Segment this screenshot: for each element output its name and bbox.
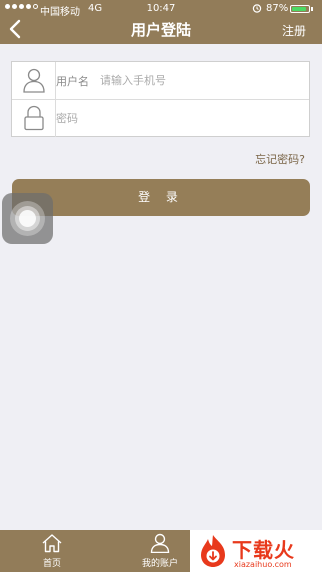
assistive-ring-inner bbox=[19, 210, 36, 227]
navigation-bar: 中国移动 4G 10:47 87% 用户登陆 注册 bbox=[0, 0, 322, 44]
watermark-url: xiazaihuo.com bbox=[234, 560, 292, 569]
username-label: 用户名 bbox=[56, 75, 89, 88]
watermark-text: 下载火 bbox=[232, 538, 295, 562]
phone-input[interactable] bbox=[100, 68, 296, 92]
register-button[interactable]: 注册 bbox=[282, 22, 306, 39]
forgot-password-link[interactable]: 忘记密码? bbox=[255, 151, 305, 167]
tab-home-label: 首页 bbox=[42, 559, 61, 569]
tab-my-account[interactable]: 我的账户 bbox=[120, 530, 200, 572]
person-icon bbox=[150, 533, 170, 553]
user-icon bbox=[23, 68, 45, 93]
battery-icon bbox=[290, 5, 310, 13]
password-field bbox=[12, 99, 309, 137]
lock-icon bbox=[24, 105, 44, 131]
login-button[interactable]: 登 录 bbox=[12, 179, 310, 216]
tab-home[interactable]: 首页 bbox=[12, 530, 92, 572]
username-field: 用户名 bbox=[12, 62, 309, 99]
status-bar: 中国移动 4G 10:47 87% bbox=[0, 0, 322, 18]
watermark: 下载火 xiazaihuo.com bbox=[190, 530, 322, 572]
alarm-icon bbox=[252, 3, 262, 16]
flame-logo-icon bbox=[201, 535, 225, 567]
battery-tip bbox=[311, 7, 313, 11]
tab-my-account-label: 我的账户 bbox=[141, 559, 178, 569]
battery-percent: 87% bbox=[266, 3, 289, 14]
home-icon bbox=[42, 534, 62, 553]
assistive-touch-button[interactable] bbox=[2, 193, 53, 244]
login-form: 用户名 bbox=[11, 61, 310, 137]
battery-level bbox=[292, 7, 306, 11]
password-input[interactable] bbox=[56, 106, 296, 130]
page-title: 用户登陆 bbox=[130, 21, 191, 39]
